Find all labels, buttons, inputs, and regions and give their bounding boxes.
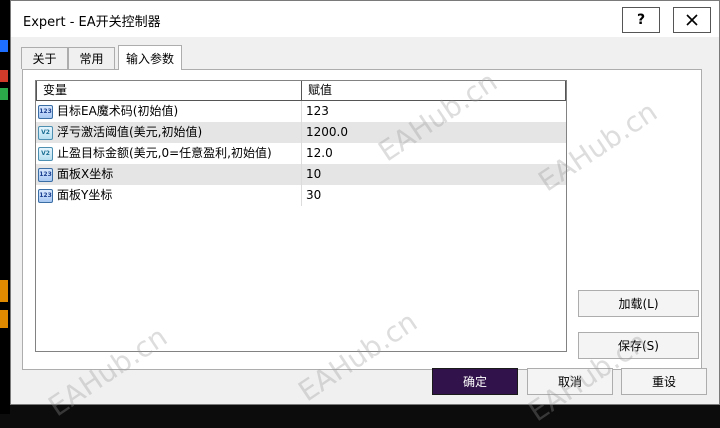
background-chart-edge — [0, 0, 10, 414]
window-title: Expert - EA开关控制器 — [23, 15, 161, 30]
chart-marker — [0, 70, 8, 82]
parameter-name: 目标EA魔术码(初始值) — [57, 104, 179, 118]
close-button[interactable] — [673, 7, 711, 33]
int-type-icon: 123 — [38, 167, 53, 182]
double-type-icon: V2 — [38, 125, 53, 140]
help-button[interactable]: ? — [622, 7, 660, 33]
chart-marker — [0, 40, 8, 52]
chart-marker — [0, 280, 8, 302]
inputs-tab-panel: 变量 赋值 123 目标EA魔术码(初始值) 123 V2 浮亏激活阈值(美元,… — [22, 69, 702, 370]
tab-about[interactable]: 关于 — [21, 47, 68, 69]
parameter-row[interactable]: V2 止盈目标金额(美元,0=任意盈利,初始值) 12.0 — [36, 143, 566, 164]
parameter-value[interactable]: 30 — [302, 185, 566, 206]
parameter-name-cell: V2 浮亏激活阈值(美元,初始值) — [36, 122, 302, 143]
expert-properties-dialog: Expert - EA开关控制器 ? 关于 常用 输入参数 变量 赋值 123 … — [10, 0, 720, 405]
cancel-button[interactable]: 取消 — [527, 368, 613, 395]
chart-marker — [0, 310, 8, 328]
parameter-row[interactable]: 123 面板X坐标 10 — [36, 164, 566, 185]
chart-marker — [0, 88, 8, 100]
parameter-value[interactable]: 1200.0 — [302, 122, 566, 143]
load-button[interactable]: 加载(L) — [578, 290, 699, 317]
tab-inputs[interactable]: 输入参数 — [118, 45, 182, 70]
parameter-value[interactable]: 10 — [302, 164, 566, 185]
int-type-icon: 123 — [38, 104, 53, 119]
title-bar[interactable]: Expert - EA开关控制器 ? — [11, 1, 719, 37]
parameter-name: 止盈目标金额(美元,0=任意盈利,初始值) — [57, 146, 272, 160]
parameter-row[interactable]: V2 浮亏激活阈值(美元,初始值) 1200.0 — [36, 122, 566, 143]
parameter-value[interactable]: 123 — [302, 101, 566, 122]
column-header-variable[interactable]: 变量 — [36, 81, 302, 101]
grid-header: 变量 赋值 — [36, 81, 566, 101]
parameter-value[interactable]: 12.0 — [302, 143, 566, 164]
ok-button[interactable]: 确定 — [432, 368, 518, 395]
column-header-value[interactable]: 赋值 — [302, 81, 566, 101]
int-type-icon: 123 — [38, 188, 53, 203]
parameters-grid: 变量 赋值 123 目标EA魔术码(初始值) 123 V2 浮亏激活阈值(美元,… — [35, 80, 567, 352]
parameter-row[interactable]: 123 目标EA魔术码(初始值) 123 — [36, 101, 566, 122]
tab-common[interactable]: 常用 — [68, 47, 115, 69]
close-icon — [686, 14, 698, 26]
save-button[interactable]: 保存(S) — [578, 332, 699, 359]
double-type-icon: V2 — [38, 146, 53, 161]
parameter-name-cell: V2 止盈目标金额(美元,0=任意盈利,初始值) — [36, 143, 302, 164]
reset-button[interactable]: 重设 — [621, 368, 707, 395]
parameter-name-cell: 123 面板X坐标 — [36, 164, 302, 185]
parameter-name-cell: 123 面板Y坐标 — [36, 185, 302, 206]
parameter-name: 面板Y坐标 — [57, 188, 113, 202]
parameter-name: 浮亏激活阈值(美元,初始值) — [57, 125, 203, 139]
parameter-row[interactable]: 123 面板Y坐标 30 — [36, 185, 566, 206]
parameter-name-cell: 123 目标EA魔术码(初始值) — [36, 101, 302, 122]
parameter-name: 面板X坐标 — [57, 167, 114, 181]
